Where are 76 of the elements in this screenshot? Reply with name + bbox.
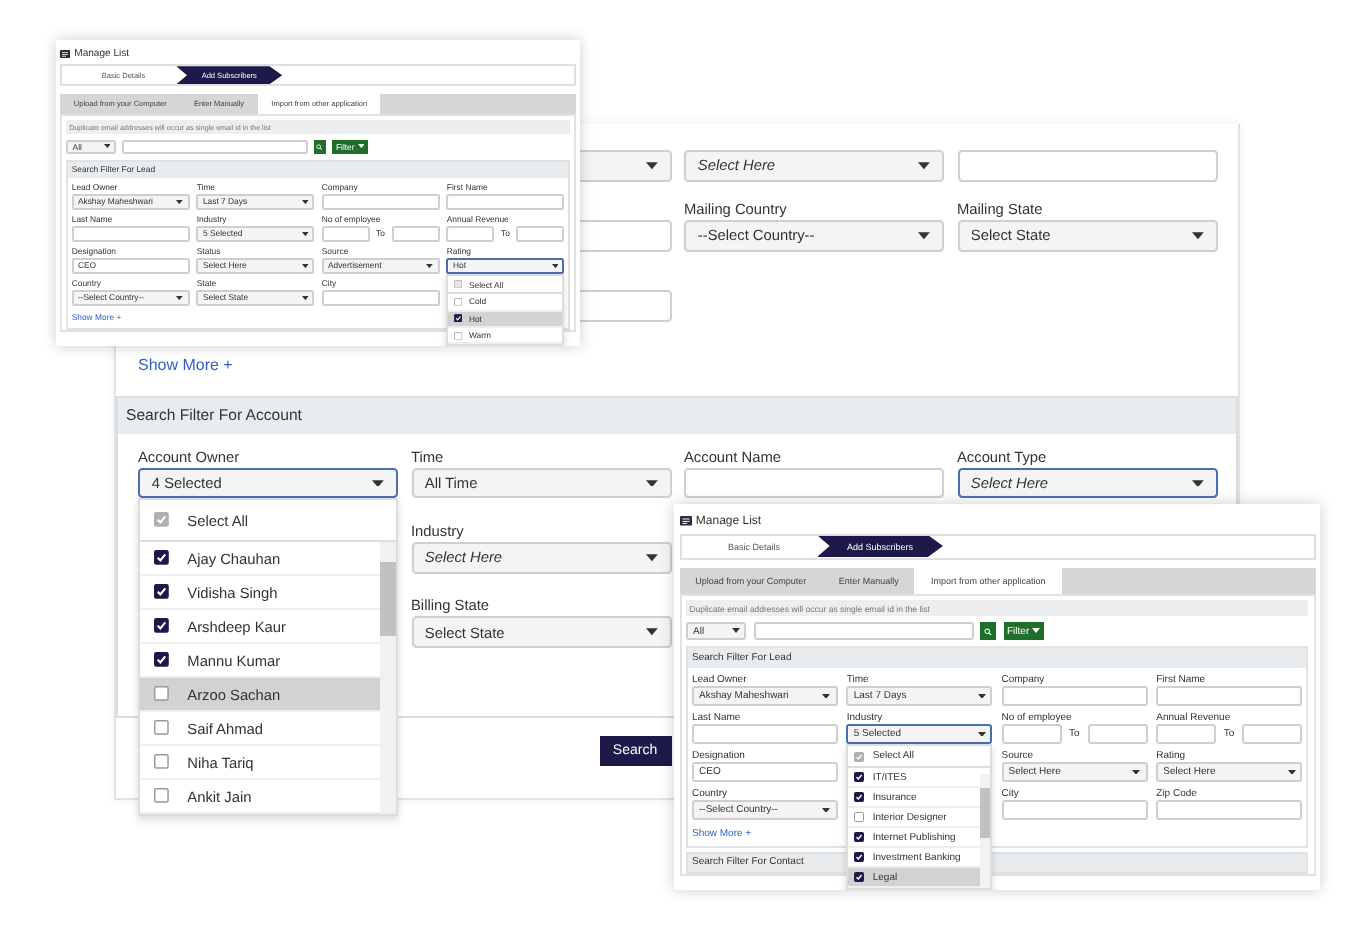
search-button[interactable] <box>980 622 996 640</box>
scrollbar[interactable] <box>979 774 991 889</box>
search-field[interactable] <box>753 622 973 640</box>
caret-icon <box>372 479 385 487</box>
checkbox[interactable] <box>854 872 865 883</box>
text-field[interactable] <box>516 225 565 243</box>
caret-icon <box>357 144 364 150</box>
search-icon <box>984 627 992 636</box>
caret-icon <box>176 295 183 300</box>
caret-icon <box>918 232 931 240</box>
checkbox[interactable] <box>154 754 170 770</box>
text-field[interactable] <box>1156 686 1302 707</box>
caret-icon <box>918 161 931 170</box>
checkbox[interactable] <box>453 280 463 289</box>
text-field[interactable] <box>446 193 565 211</box>
text-field[interactable] <box>1001 800 1148 821</box>
checkbox[interactable] <box>453 314 463 323</box>
caret-icon <box>176 199 183 204</box>
text-field[interactable] <box>1156 800 1302 821</box>
caret-icon <box>822 807 831 813</box>
caret-icon <box>645 161 658 170</box>
checkbox[interactable] <box>453 297 463 307</box>
caret-icon <box>301 231 309 236</box>
caret-icon <box>551 263 559 268</box>
text-field[interactable] <box>684 467 944 499</box>
checkbox[interactable] <box>154 512 170 528</box>
checkbox[interactable] <box>854 772 865 783</box>
caret-icon <box>301 199 309 204</box>
caret-icon <box>1191 479 1204 487</box>
text-field[interactable] <box>1087 724 1148 745</box>
checkbox[interactable] <box>154 652 170 668</box>
caret-icon <box>645 479 658 487</box>
checkbox[interactable] <box>854 792 865 803</box>
checkbox[interactable] <box>854 832 865 843</box>
text-field[interactable] <box>391 225 440 243</box>
text-field[interactable] <box>321 289 440 306</box>
list-icon <box>679 516 691 526</box>
text-field[interactable] <box>1001 724 1062 745</box>
caret-icon <box>426 263 434 268</box>
caret-icon <box>645 628 658 637</box>
search-button[interactable] <box>313 139 327 155</box>
checkbox[interactable] <box>154 618 170 634</box>
scrollbar[interactable] <box>379 542 396 815</box>
search-icon <box>316 143 324 151</box>
checkbox[interactable] <box>453 331 463 340</box>
caret-icon <box>1191 232 1204 240</box>
checkbox[interactable] <box>154 720 170 736</box>
checkbox[interactable] <box>154 550 170 566</box>
caret-icon <box>1032 628 1041 634</box>
text-field[interactable] <box>71 225 190 243</box>
checkbox[interactable] <box>854 751 865 762</box>
caret-icon <box>822 693 831 699</box>
text-field[interactable] <box>1156 724 1216 745</box>
caret-icon <box>301 263 309 268</box>
checkbox[interactable] <box>154 686 170 702</box>
text-field[interactable] <box>692 724 838 745</box>
caret-icon <box>977 693 986 699</box>
caret-icon <box>103 144 111 150</box>
checkbox[interactable] <box>854 812 865 823</box>
text-field[interactable] <box>1242 724 1302 745</box>
caret-icon <box>1287 769 1295 775</box>
search-field[interactable] <box>122 139 308 155</box>
show-more-link[interactable]: Show More + <box>138 355 233 374</box>
caret-icon <box>645 554 658 562</box>
checkbox[interactable] <box>854 852 865 863</box>
caret-icon <box>977 731 986 737</box>
text-field[interactable] <box>1001 686 1148 707</box>
text-field[interactable] <box>321 225 370 243</box>
caret-icon <box>731 628 739 634</box>
caret-icon <box>1132 769 1141 775</box>
text-field[interactable] <box>957 149 1217 182</box>
text-field[interactable] <box>321 193 440 211</box>
checkbox[interactable] <box>154 788 170 804</box>
caret-icon <box>301 295 309 300</box>
text-field[interactable] <box>446 225 495 243</box>
checkbox[interactable] <box>154 584 170 600</box>
